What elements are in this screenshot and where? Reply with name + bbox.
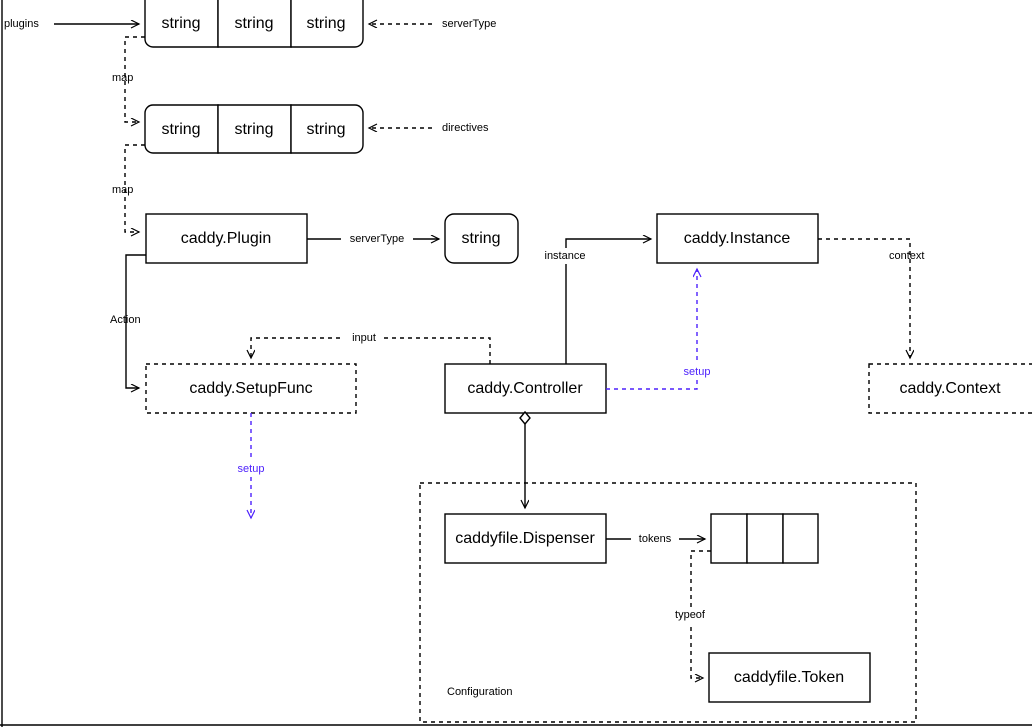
edge-setup-controller-label: setup (684, 366, 711, 378)
node-caddyfile-dispenser-label: caddyfile.Dispenser (455, 530, 595, 547)
server-types-cell-1-label: string (234, 15, 273, 32)
node-caddy-context-label: caddy.Context (899, 380, 1001, 397)
edge-tokens-label: tokens (639, 533, 672, 545)
directives-array: string string string (144, 104, 364, 154)
node-caddy-controller-label: caddy.Controller (467, 380, 583, 397)
node-caddy-setupfunc-label: caddy.SetupFunc (189, 380, 312, 397)
edge-context-label: context (889, 250, 924, 262)
node-caddy-plugin-label: caddy.Plugin (181, 230, 271, 247)
edge-input-label: input (352, 332, 376, 344)
tokens-cell-2 (782, 513, 819, 564)
node-server-type-string-label: string (461, 230, 500, 247)
edge-map-top-label: map (112, 72, 133, 84)
edge-directives-label: directives (442, 122, 489, 134)
edge-instance-label: instance (545, 250, 586, 262)
node-caddyfile-token-label: caddyfile.Token (734, 669, 844, 686)
edge-action-label: Action (110, 314, 141, 326)
edge-server-type-plugin-label: serverType (350, 233, 404, 245)
edge-plugins-label: plugins (4, 18, 39, 30)
tokens-array (710, 513, 819, 564)
diagram-canvas: string string string plugins serverType … (0, 0, 1032, 727)
edge-typeof-label: typeof (675, 609, 706, 621)
edge-map-bottom-label: map (112, 184, 133, 196)
diagram-svg: string string string plugins serverType … (0, 0, 1032, 727)
edge-setup-setupfunc-label: setup (238, 463, 265, 475)
directives-cell-1-label: string (234, 121, 273, 138)
server-types-cell-2-label: string (306, 15, 345, 32)
node-caddy-instance-label: caddy.Instance (684, 230, 791, 247)
directives-cell-0-label: string (161, 121, 200, 138)
tokens-cell-1 (746, 513, 784, 564)
group-configuration-label: Configuration (447, 686, 512, 698)
server-types-array: string string string (144, 0, 364, 48)
edge-server-type-top-label: serverType (442, 18, 496, 30)
aggregation-diamond (519, 410, 531, 426)
server-types-cell-0-label: string (161, 15, 200, 32)
directives-cell-2-label: string (306, 121, 345, 138)
tokens-cell-0 (710, 513, 748, 564)
